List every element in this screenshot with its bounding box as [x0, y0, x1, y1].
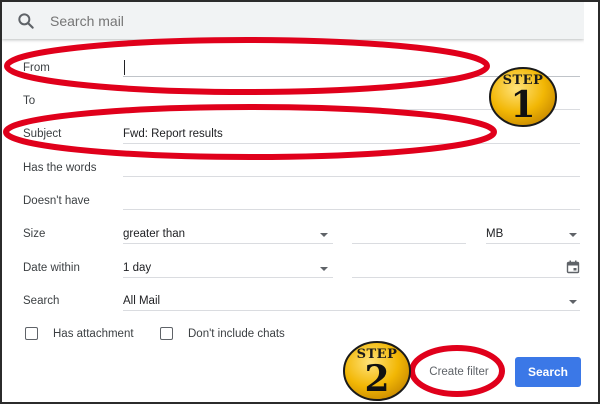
search-scope-underline [123, 310, 580, 311]
size-unit-underline [486, 243, 580, 244]
date-within-dropdown-icon[interactable] [320, 267, 328, 271]
doesnt-have-input[interactable] [123, 209, 580, 210]
step-1-badge: STEP 1 [488, 66, 558, 128]
dont-include-chats-checkbox[interactable] [160, 327, 173, 340]
dont-include-chats-label: Don't include chats [188, 328, 285, 340]
size-unit-select[interactable]: MB [486, 228, 503, 240]
step-1-number: 1 [510, 84, 536, 126]
subject-label: Subject [23, 128, 62, 140]
right-gutter [584, 2, 598, 402]
date-within-label: Date within [23, 262, 80, 274]
has-words-label: Has the words [23, 162, 97, 174]
text-cursor [124, 60, 125, 75]
size-unit-dropdown-icon[interactable] [569, 233, 577, 237]
subject-value[interactable]: Fwd: Report results [123, 128, 223, 140]
calendar-icon[interactable] [566, 260, 580, 274]
has-attachment-label: Has attachment [53, 328, 134, 340]
search-scope-select[interactable]: All Mail [123, 295, 160, 307]
step-2-number: 2 [364, 358, 390, 400]
search-button[interactable]: Search [515, 357, 581, 387]
size-label: Size [23, 228, 46, 240]
date-input[interactable] [352, 277, 580, 278]
from-label: From [23, 62, 50, 74]
has-words-input[interactable] [123, 176, 580, 177]
size-operator-underline [123, 243, 333, 244]
subject-input-underline [123, 143, 580, 144]
to-label: To [23, 95, 36, 107]
subject-highlight-ellipse [3, 104, 497, 160]
doesnt-have-label: Doesn't have [23, 195, 90, 207]
size-operator-select[interactable]: greater than [123, 228, 185, 240]
search-scope-label: Search [23, 295, 60, 307]
search-icon[interactable] [16, 11, 36, 31]
has-attachment-checkbox[interactable] [25, 327, 38, 340]
size-operator-dropdown-icon[interactable] [320, 233, 328, 237]
create-filter-button[interactable]: Create filter [420, 359, 498, 385]
date-within-underline [123, 277, 333, 278]
search-bar [2, 2, 584, 39]
search-scope-dropdown-icon[interactable] [569, 300, 577, 304]
size-value-input[interactable] [352, 243, 466, 244]
step-2-badge: STEP 2 [342, 340, 412, 402]
date-within-select[interactable]: 1 day [123, 262, 151, 274]
search-input[interactable] [50, 13, 550, 29]
